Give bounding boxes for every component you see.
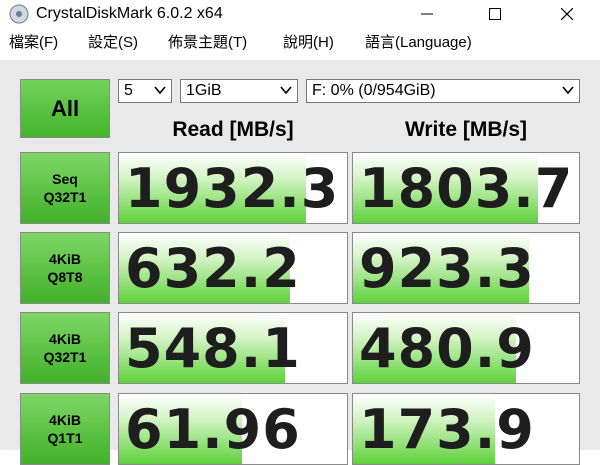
close-button[interactable] (544, 0, 590, 28)
title-bar: CrystalDiskMark 6.0.2 x64 (0, 0, 600, 28)
close-icon (561, 8, 573, 20)
write-value: 480.9 (359, 317, 535, 380)
maximize-icon (489, 8, 501, 20)
test-label-line1: 4KiB (49, 412, 81, 428)
app-icon (9, 4, 29, 24)
window-title: CrystalDiskMark 6.0.2 x64 (36, 5, 223, 22)
test-button-4kib-q8t8[interactable]: 4KiB Q8T8 (20, 232, 110, 304)
read-result: 548.1 (118, 312, 348, 384)
read-value: 1932.3 (125, 157, 340, 220)
test-label-line2: Q32T1 (43, 349, 87, 365)
menu-theme[interactable]: 佈景主題(T) (168, 33, 247, 53)
menu-language[interactable]: 語言(Language) (365, 33, 472, 53)
test-count-select[interactable]: 5 (118, 79, 172, 103)
main-panel: All 5 1GiB F: 0% (0/954GiB) Read [MB/s] … (0, 60, 600, 465)
menu-help[interactable]: 說明(H) (283, 33, 334, 53)
write-value: 923.3 (359, 237, 535, 300)
drive-select[interactable]: F: 0% (0/954GiB) (306, 79, 580, 103)
read-result: 1932.3 (118, 152, 348, 224)
read-value: 632.2 (125, 237, 301, 300)
read-result: 632.2 (118, 232, 348, 304)
read-column-header: Read [MB/s] (172, 118, 294, 141)
write-result: 1803.7 (352, 152, 580, 224)
test-button-4kib-q1t1[interactable]: 4KiB Q1T1 (20, 393, 110, 465)
write-result: 923.3 (352, 232, 580, 304)
all-button[interactable]: All (20, 79, 110, 138)
read-value: 61.96 (125, 398, 301, 461)
read-result: 61.96 (118, 393, 348, 465)
test-label-line2: Q8T8 (47, 269, 83, 285)
write-result: 173.9 (352, 393, 580, 465)
test-size-value: 1GiB (186, 82, 222, 99)
test-size-select[interactable]: 1GiB (180, 79, 298, 103)
write-column-header: Write [MB/s] (404, 118, 528, 141)
test-label-line2: Q1T1 (47, 430, 83, 446)
menu-bar: 檔案(F) 設定(S) 佈景主題(T) 說明(H) 語言(Language) (0, 30, 600, 56)
test-button-4kib-q32t1[interactable]: 4KiB Q32T1 (20, 312, 110, 384)
write-value: 1803.7 (359, 157, 574, 220)
test-label-line1: 4KiB (49, 251, 81, 267)
menu-settings[interactable]: 設定(S) (88, 33, 138, 53)
minimize-button[interactable] (404, 0, 450, 28)
chevron-down-icon (562, 86, 574, 95)
write-value: 173.9 (359, 398, 535, 461)
drive-value: F: 0% (0/954GiB) (312, 82, 436, 99)
maximize-button[interactable] (472, 0, 518, 28)
test-label-line1: Seq (52, 171, 78, 187)
write-result: 480.9 (352, 312, 580, 384)
test-button-seq-q32t1[interactable]: Seq Q32T1 (20, 152, 110, 224)
test-count-value: 5 (124, 82, 133, 99)
test-label-line1: 4KiB (49, 331, 81, 347)
read-value: 548.1 (125, 317, 301, 380)
test-label-line2: Q32T1 (43, 189, 87, 205)
chevron-down-icon (154, 86, 166, 95)
menu-file[interactable]: 檔案(F) (9, 33, 58, 53)
minimize-icon (421, 13, 433, 15)
chevron-down-icon (280, 86, 292, 95)
